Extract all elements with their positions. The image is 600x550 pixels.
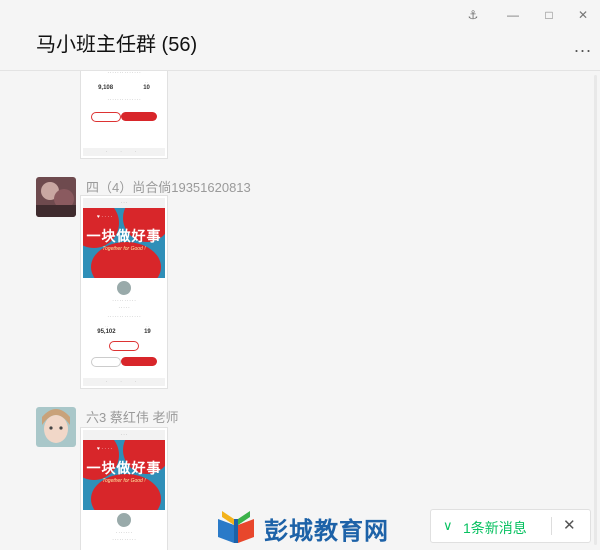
chat-window: 马小班主任群 (56) ⚓ — □ ✕ ... · · · · · · · · …: [0, 0, 600, 550]
poster-title: 一块做好事: [86, 228, 162, 244]
stat-2: · · 19: [144, 324, 151, 335]
image-message[interactable]: · · · ♥ · · · · 一块做好事 Together for Good …: [80, 195, 168, 389]
title-bar: 马小班主任群 (56) ⚓ — □ ✕ ...: [0, 0, 600, 71]
stat-1: · · 9,108: [98, 80, 113, 91]
text-line: · · · · · · · · · ·: [112, 298, 136, 303]
minimize-icon[interactable]: —: [506, 8, 520, 22]
text-line: · · · · · · · · · ·: [112, 537, 136, 542]
new-message-label[interactable]: 1条新消息: [463, 518, 527, 538]
poster-title: 一块做好事: [86, 460, 162, 476]
scrollbar[interactable]: [594, 75, 597, 545]
stat-1: · · 95,102: [97, 324, 115, 335]
primary-button: [121, 357, 157, 366]
chevron-down-icon[interactable]: ∨: [443, 518, 453, 534]
new-message-toast[interactable]: ∨ 1条新消息 ✕: [430, 509, 591, 543]
shared-screenshot: · · · · · · · · · · · · · · · · 9,108 · ·…: [83, 71, 165, 156]
image-message[interactable]: · · · ♥ · · · · 一块做好事 Together for Good …: [80, 427, 168, 550]
watermark-logo: 彭城教育网: [214, 505, 424, 545]
outline-button: [109, 341, 139, 351]
shared-screenshot: · · · ♥ · · · · 一块做好事 Together for Good …: [83, 198, 165, 386]
phone-nav: · · ·: [83, 148, 165, 156]
stats-row: · · 95,102 · · 19: [83, 324, 165, 335]
sender-name: 六3 蔡红伟 老师: [86, 410, 179, 425]
stat-value: 95,102: [97, 329, 116, 335]
maximize-icon[interactable]: □: [542, 8, 556, 22]
text-line: · · · · · · · · · · · · · ·: [107, 314, 141, 319]
profile-avatar: [116, 280, 132, 296]
poster-banner: ♥ · · · · 一块做好事 Together for Good !: [83, 440, 165, 510]
stat-value: 19: [144, 329, 151, 335]
chat-title: 马小班主任群 (56): [36, 34, 198, 56]
stat-value: 9,108: [98, 85, 114, 91]
phone-header: · · ·: [83, 198, 165, 208]
action-buttons: [83, 341, 165, 351]
avatar[interactable]: [36, 407, 76, 447]
image-message[interactable]: · · · · · · · · · · · · · · · · 9,108 · ·…: [80, 71, 168, 159]
text-line: · · · · · · ·: [116, 530, 132, 535]
phone-header: · · ·: [83, 430, 165, 440]
more-options-button[interactable]: ...: [574, 36, 592, 57]
poster-logo: ♥ · · · ·: [97, 446, 113, 452]
profile-avatar: [116, 512, 132, 528]
poster-subtitle: Together for Good !: [102, 478, 146, 484]
divider: [551, 517, 552, 535]
phone-nav: · · ·: [83, 378, 165, 386]
text-line: · · · · · · · · · · · · · ·: [107, 71, 141, 75]
stats-row: · · 9,108 · · 10: [83, 80, 165, 91]
stat-value: 10: [143, 85, 150, 91]
watermark-text: 彭城教育网: [264, 518, 389, 545]
poster-banner: ♥ · · · · 一块做好事 Together for Good !: [83, 208, 165, 278]
sender-name: 四（4）尚合倘19351620813: [86, 180, 251, 195]
pin-icon[interactable]: ⚓: [466, 8, 480, 22]
stat-2: · · 10: [143, 80, 150, 91]
primary-button: [121, 112, 157, 121]
book-logo-icon: [218, 511, 254, 543]
close-icon[interactable]: ✕: [576, 8, 590, 22]
outline-button: [91, 357, 121, 367]
outline-button: [91, 112, 121, 122]
text-line: · · · · ·: [118, 305, 130, 310]
action-buttons: [83, 357, 165, 367]
close-icon[interactable]: ✕: [563, 516, 576, 534]
action-buttons: [83, 112, 165, 122]
poster-subtitle: Together for Good !: [102, 246, 146, 252]
poster-logo: ♥ · · · ·: [97, 214, 113, 220]
text-line: · · · · · · · · · · · · · ·: [107, 97, 141, 102]
shared-screenshot: · · · ♥ · · · · 一块做好事 Together for Good …: [83, 430, 165, 550]
avatar[interactable]: [36, 177, 76, 217]
message-list[interactable]: · · · · · · · · · · · · · · · · 9,108 · ·…: [0, 71, 590, 550]
